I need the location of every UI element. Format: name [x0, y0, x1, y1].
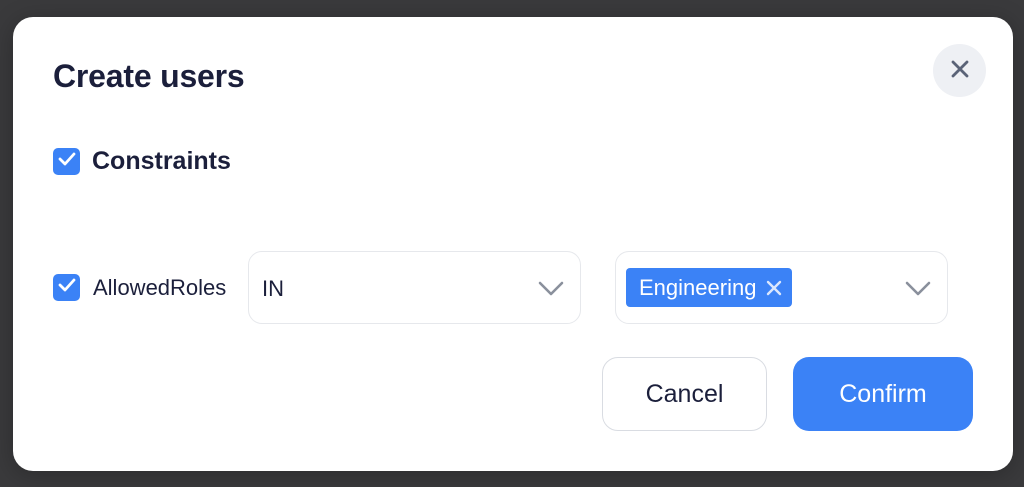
create-users-dialog: Create users Constraints AllowedRoles IN — [13, 17, 1013, 471]
remove-tag-icon[interactable] — [766, 280, 782, 296]
cancel-button[interactable]: Cancel — [602, 357, 767, 431]
close-icon — [951, 60, 969, 81]
allowed-roles-checkbox[interactable] — [53, 274, 80, 301]
chevron-down-icon — [905, 277, 931, 304]
operator-selected-value: IN — [262, 276, 284, 301]
roles-multiselect[interactable]: Engineering — [615, 251, 948, 324]
operator-select[interactable]: IN — [248, 251, 581, 324]
chevron-down-icon — [538, 277, 564, 304]
allowed-roles-label: AllowedRoles — [93, 275, 227, 300]
checkmark-icon — [58, 278, 76, 297]
checkmark-icon — [58, 152, 76, 171]
constraints-checkbox[interactable] — [53, 148, 80, 175]
close-button[interactable] — [933, 44, 986, 97]
constraints-toggle-row: Constraints — [53, 147, 231, 176]
constraints-label: Constraints — [92, 147, 231, 175]
dialog-title: Create users — [53, 58, 245, 94]
role-tag-label: Engineering — [639, 274, 757, 300]
confirm-button[interactable]: Confirm — [793, 357, 973, 431]
role-tag: Engineering — [626, 268, 793, 307]
